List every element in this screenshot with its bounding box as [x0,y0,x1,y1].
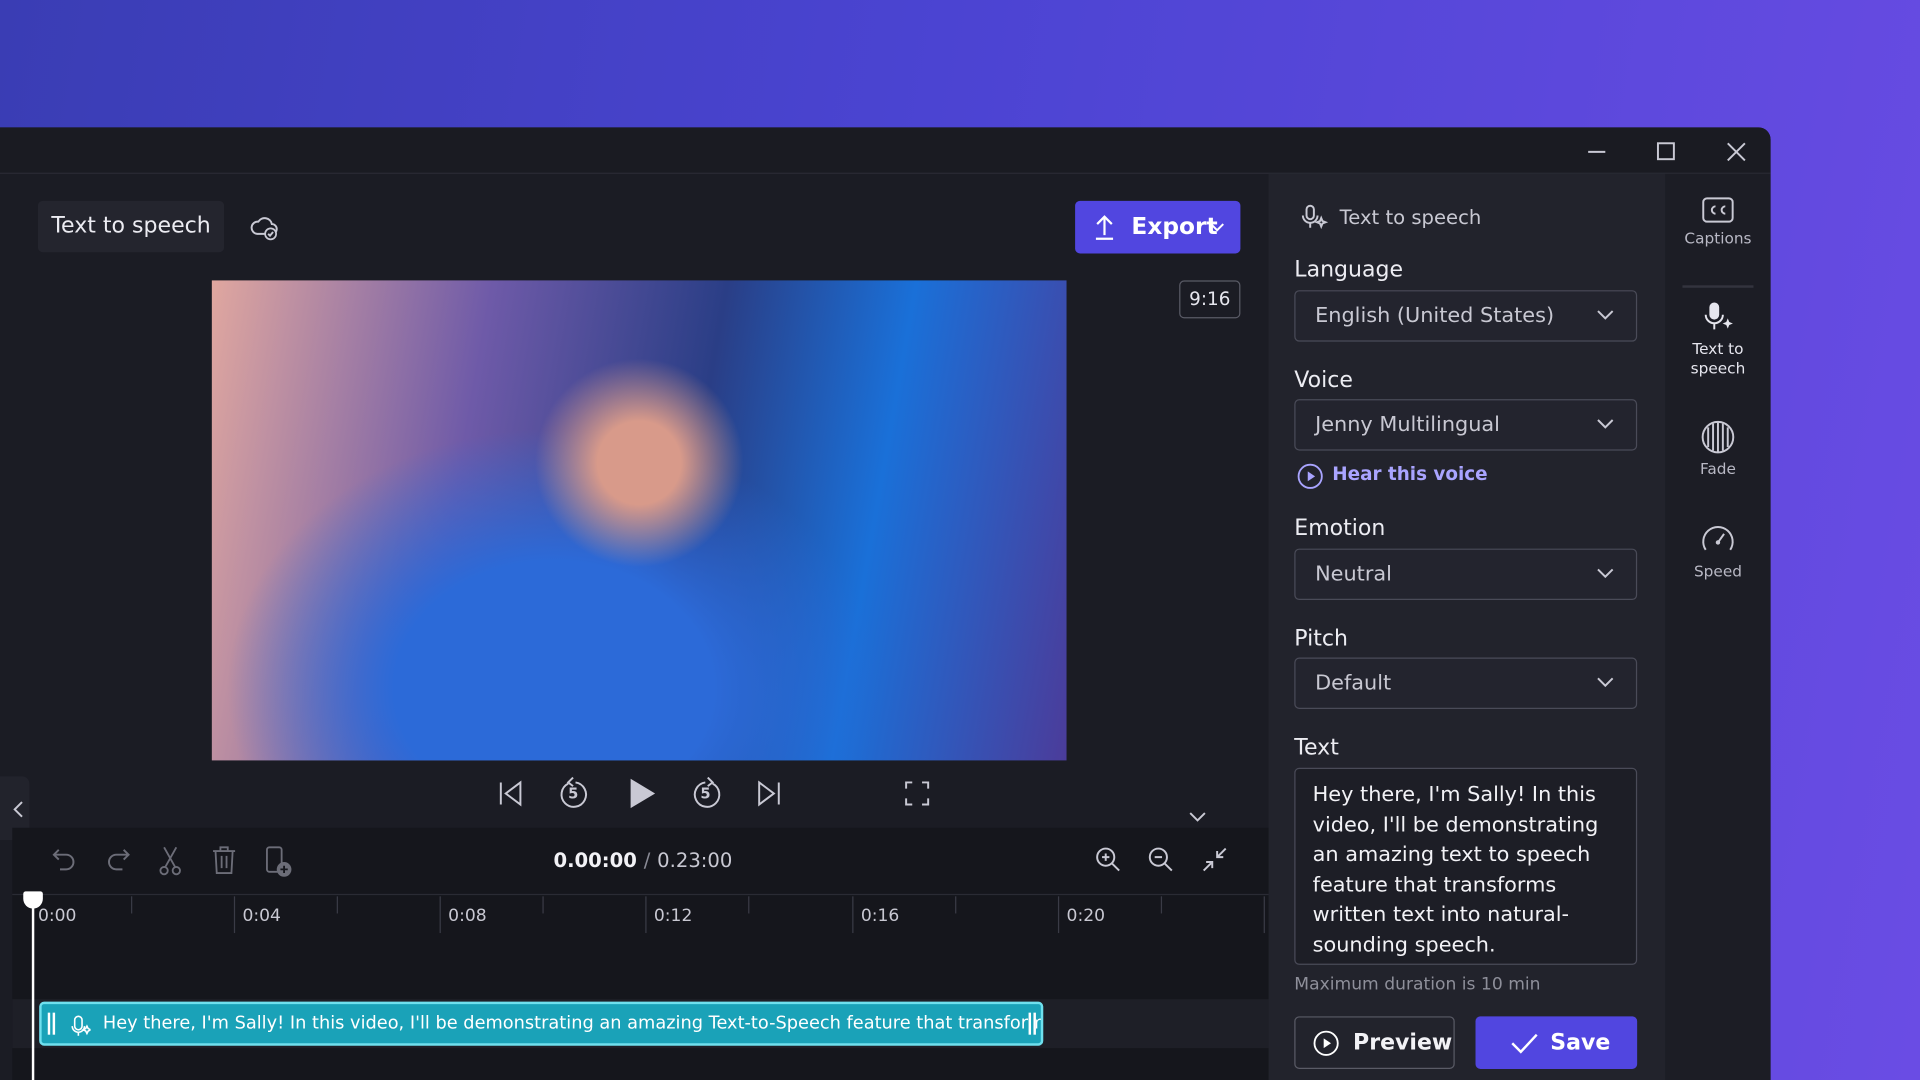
export-button[interactable]: Export [1075,200,1241,254]
sidebar-item-speed[interactable]: Speed [1665,522,1770,595]
text-input[interactable]: Hey there, I'm Sally! In this video, I'l… [1294,767,1638,965]
tick-label: 0:04 [242,906,281,926]
clip-text: Hey there, I'm Sally! In this video, I'l… [102,1013,1044,1034]
speedometer-icon [1702,526,1734,551]
chevron-down-icon [1597,677,1614,688]
chevron-down-icon [1597,310,1614,320]
minimize-button[interactable] [1580,137,1614,166]
app-window: Text to speech Export 9:16 5 5 0.00:00 /… [0,127,1771,1080]
mic-sparkle-icon [1704,302,1733,330]
fullscreen-icon[interactable] [904,780,931,807]
sidebar-item-text-to-speech[interactable]: Text to speech [1665,299,1770,397]
text-label: Text [1294,734,1339,761]
fade-icon [1701,420,1735,454]
tick-label: 0:12 [653,906,693,926]
current-time: 0.00:00 [553,848,637,872]
chevron-down-icon [1597,568,1614,579]
play-circle-icon [1297,463,1323,489]
emotion-label: Emotion [1294,515,1386,542]
tick-label: 0:16 [860,906,900,926]
clip-trim-handle-left[interactable] [47,1012,56,1035]
pitch-label: Pitch [1294,625,1348,652]
voice-label: Voice [1294,367,1353,394]
max-duration-hint: Maximum duration is 10 min [1294,974,1541,995]
hear-voice-link[interactable]: Hear this voice [1297,463,1488,489]
tick-label: 0:20 [1066,906,1106,926]
playhead[interactable] [31,893,35,1080]
skip-back-icon[interactable] [496,779,525,808]
upload-icon [1095,215,1114,240]
language-select[interactable]: English (United States) [1294,290,1638,342]
chevron-down-icon [1597,419,1614,429]
clip-trim-handle-right[interactable] [1028,1012,1036,1035]
sidebar-item-captions[interactable]: Captions [1665,196,1770,287]
forward-button[interactable]: 5 [689,774,723,813]
skip-forward-icon[interactable] [754,779,783,808]
play-icon[interactable] [624,776,658,810]
fit-timeline-icon[interactable] [1200,845,1229,874]
redo-icon[interactable] [104,845,131,874]
divider [1682,285,1754,288]
add-media-icon[interactable] [264,845,293,879]
tick-label: 0:08 [448,906,487,926]
tts-clip[interactable]: Hey there, I'm Sally! In this video, I'l… [39,1001,1044,1046]
panel-title: Text to speech [1339,205,1482,229]
checkmark-icon [1511,1033,1538,1054]
close-button[interactable] [1719,137,1753,166]
undo-icon[interactable] [51,845,78,874]
language-label: Language [1294,257,1404,283]
minimize-icon [1588,150,1606,153]
chevron-down-icon[interactable] [1188,811,1208,823]
video-preview[interactable] [211,280,1067,761]
close-icon [1727,142,1746,162]
export-label: Export [1131,213,1218,241]
chevron-left-icon [13,801,23,818]
emotion-select[interactable]: Neutral [1294,548,1638,601]
title-bar [0,127,1771,174]
zoom-in-icon[interactable] [1093,845,1122,874]
play-circle-icon [1313,1030,1339,1056]
save-button[interactable]: Save [1475,1016,1638,1069]
divider [12,893,1269,896]
pitch-select[interactable]: Default [1294,657,1638,709]
delete-icon[interactable] [211,845,238,877]
maximize-icon [1656,142,1675,161]
chevron-down-icon [1210,223,1224,232]
mic-sparkle-icon [71,1015,91,1036]
project-title[interactable]: Text to speech [37,200,225,253]
tick-label: 0:00 [37,906,77,926]
voice-select[interactable]: Jenny Multilingual [1294,399,1638,451]
cloud-check-icon [250,217,278,241]
mic-sparkle-icon [1301,204,1329,230]
zoom-out-icon[interactable] [1146,845,1175,874]
cc-icon [1702,197,1734,223]
preview-button[interactable]: Preview [1294,1016,1455,1069]
aspect-ratio-button[interactable]: 9:16 [1179,280,1241,319]
sidebar-item-fade[interactable]: Fade [1665,419,1770,492]
cut-icon[interactable] [157,845,184,877]
maximize-button[interactable] [1649,137,1683,166]
time-display: 0.00:00 / 0.23:00 [553,848,733,872]
total-time: 0.23:00 [657,848,733,872]
rewind-button[interactable]: 5 [557,774,591,813]
